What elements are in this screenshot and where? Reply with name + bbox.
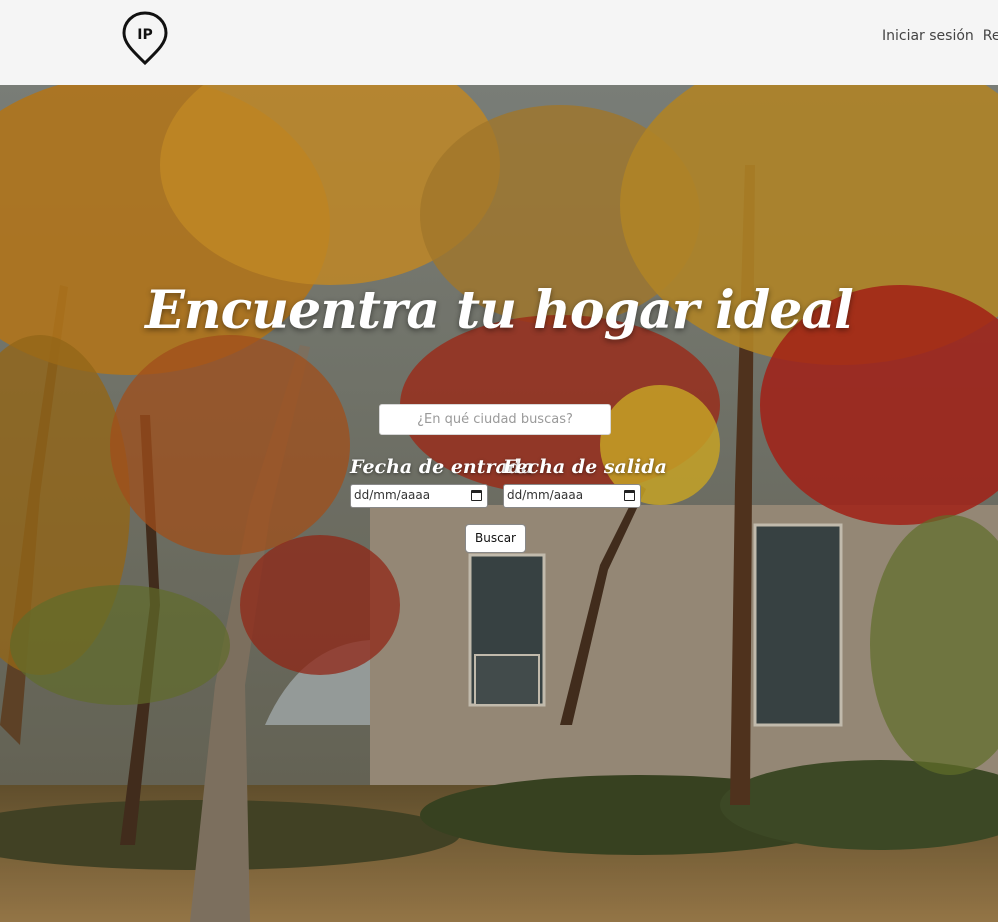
svg-text:IP: IP <box>137 27 152 43</box>
checkin-date-input[interactable]: dd/mm/aaaa <box>350 484 488 508</box>
city-search-input[interactable] <box>379 404 611 435</box>
calendar-icon[interactable] <box>624 490 635 501</box>
logo[interactable]: IP <box>121 10 169 66</box>
checkout-date-input[interactable]: dd/mm/aaaa <box>503 484 641 508</box>
login-link[interactable]: Iniciar sesión <box>882 28 974 44</box>
hero-section: Encuentra tu hogar ideal Fecha de entrad… <box>0 85 998 922</box>
checkout-date-value: dd/mm/aaaa <box>507 488 584 502</box>
hero-title: Encuentra tu hogar ideal <box>145 280 854 341</box>
calendar-icon[interactable] <box>471 490 482 501</box>
map-pin-icon: IP <box>122 11 168 66</box>
nav-links: Iniciar sesión Registrarse <box>882 28 998 44</box>
top-navbar: IP Iniciar sesión Registrarse <box>0 0 998 85</box>
checkout-label: Fecha de salida <box>503 456 667 478</box>
search-button[interactable]: Buscar <box>465 524 526 553</box>
checkin-date-value: dd/mm/aaaa <box>354 488 431 502</box>
register-link[interactable]: Registrarse <box>983 28 998 44</box>
autumn-house-background-image <box>0 85 998 922</box>
